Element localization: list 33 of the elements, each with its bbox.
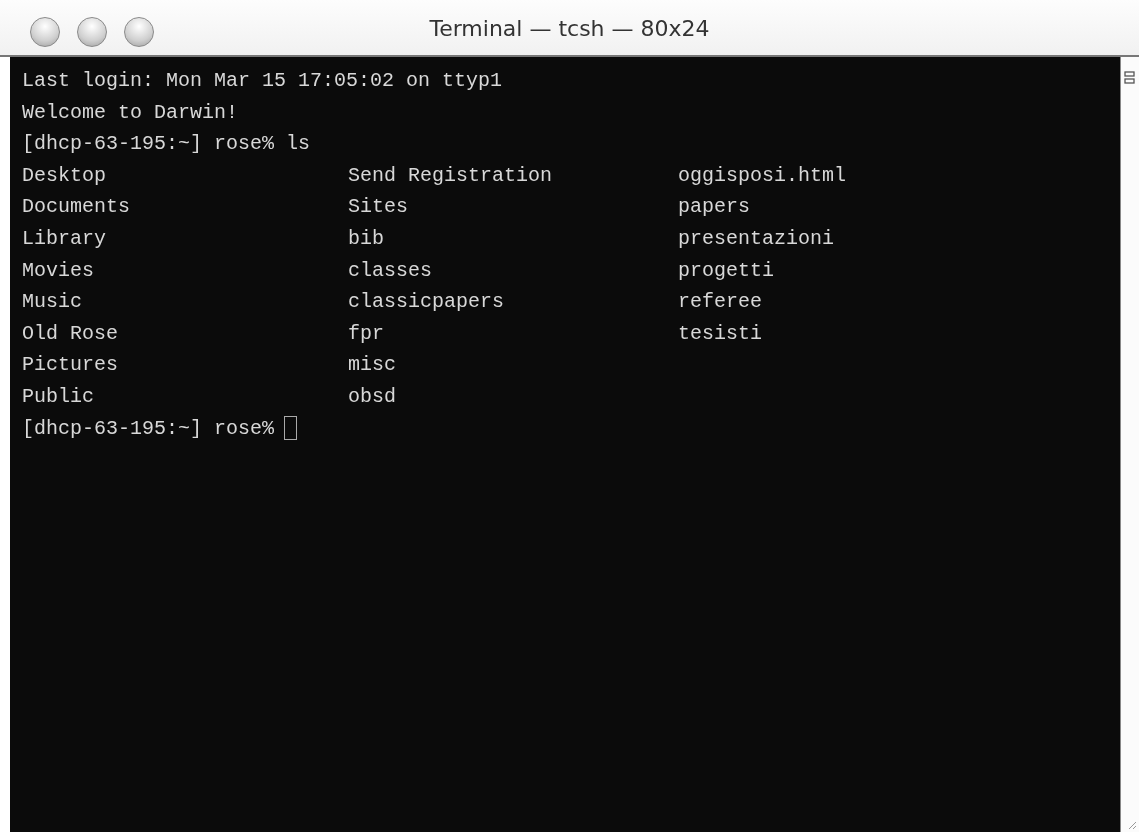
window-title: Terminal — tcsh — 80x24 (429, 16, 710, 41)
terminal-line: [dhcp-63-195:~] rose% ls (22, 131, 311, 158)
split-pane-icon[interactable] (1124, 71, 1135, 84)
file-name: fpr (348, 320, 384, 347)
file-name: Sites (348, 194, 408, 221)
file-name: Desktop (22, 162, 106, 189)
terminal-line: Welcome to Darwin! (22, 99, 239, 126)
file-name: bib (348, 225, 384, 252)
file-name: classes (348, 257, 432, 284)
text-cursor (284, 416, 298, 441)
close-button[interactable] (30, 16, 60, 47)
resize-grip-icon[interactable] (1127, 820, 1137, 830)
file-name: presentazioni (678, 225, 835, 252)
file-name: papers (678, 194, 750, 221)
file-name: Pictures (22, 352, 118, 379)
file-name: Music (22, 289, 82, 316)
file-name: Library (22, 225, 106, 252)
file-name: Old Rose (22, 320, 118, 347)
file-name: misc (348, 352, 396, 379)
minimize-button[interactable] (77, 16, 107, 47)
file-name: oggisposi.html (678, 162, 847, 189)
terminal-line: Last login: Mon Mar 15 17:05:02 on ttyp1 (22, 68, 503, 94)
file-name: Documents (22, 194, 131, 221)
file-name: referee (678, 289, 762, 316)
file-name: obsd (348, 383, 396, 410)
file-name: progetti (678, 257, 774, 284)
file-name: Movies (22, 257, 94, 284)
file-name: classicpapers (348, 289, 505, 316)
zoom-button[interactable] (124, 16, 154, 47)
shell-prompt: [dhcp-63-195:~] rose% (22, 415, 275, 442)
file-name: Public (22, 383, 94, 410)
file-name: tesisti (678, 320, 762, 347)
file-name: Send Registration (348, 162, 553, 189)
